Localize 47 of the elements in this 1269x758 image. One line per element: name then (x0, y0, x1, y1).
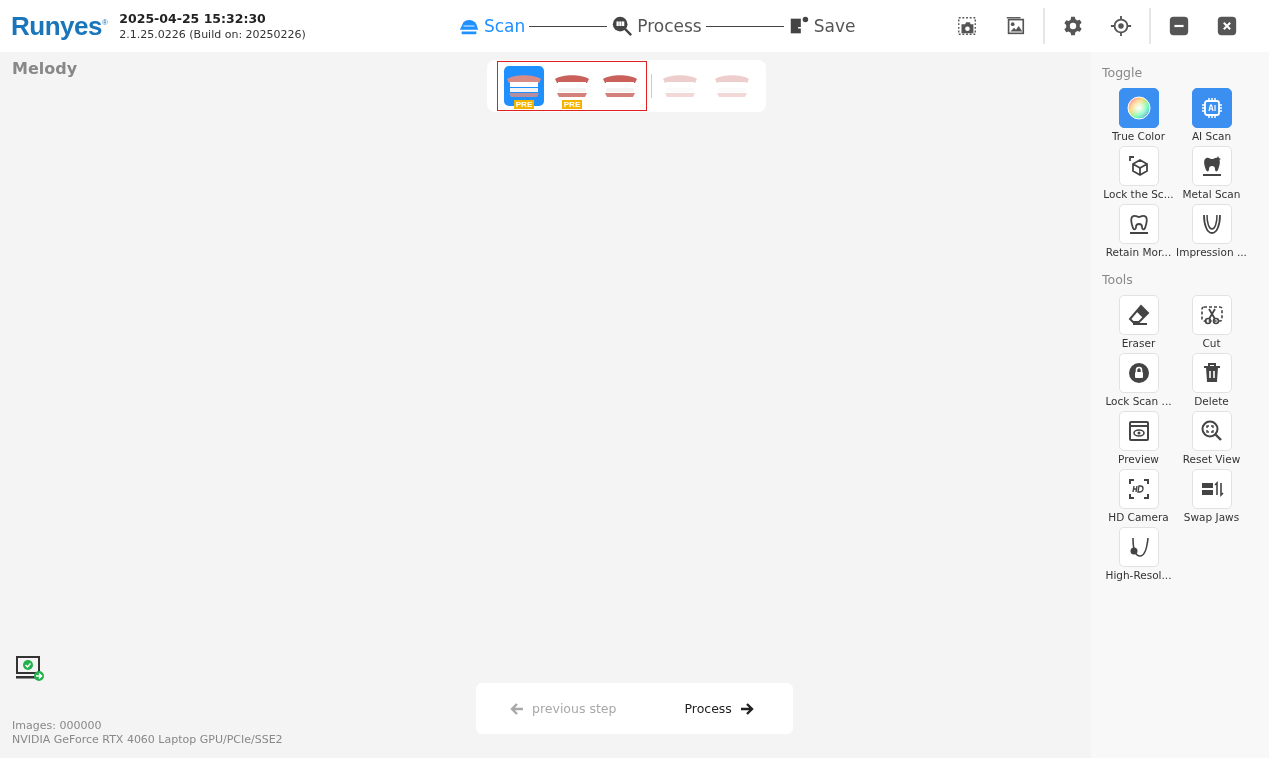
cube-icon (1126, 154, 1151, 178)
patient-name: Melody (12, 59, 79, 78)
image-count: Images: 000000 (12, 719, 103, 733)
teeth-icon (505, 73, 543, 99)
step-tab[interactable]: Process (611, 15, 702, 37)
color-wheel-icon (1126, 96, 1151, 120)
eraser-icon (1126, 303, 1151, 327)
toggle-button[interactable]: Impression ... (1175, 204, 1248, 258)
scissors-icon (1199, 303, 1224, 327)
version-text: 2.1.25.0226 (Build on: 20250226) (119, 28, 306, 41)
pre-badge: PRE (561, 100, 583, 109)
zoom-reset-icon (1199, 419, 1224, 443)
chip-icon (1199, 96, 1224, 120)
teeth-icon (661, 73, 699, 99)
tool-button[interactable]: Lock Scan ... (1102, 353, 1175, 407)
gpu-info: NVIDIA GeForce RTX 4060 Laptop GPU/PCIe/SSE2 (12, 733, 284, 747)
monitor-check-icon (15, 655, 45, 683)
toggle-button[interactable]: Lock the Sc... (1102, 146, 1175, 200)
lock-icon (1126, 361, 1151, 385)
hd-frame-icon (1126, 477, 1151, 501)
magnifier-icon (611, 15, 634, 37)
datetime: 2025-04-25 15:32:30 (119, 11, 267, 26)
pre-badge: PRE (513, 100, 535, 109)
section-title: Tools (1102, 272, 1134, 287)
logo: Runyes$^{®}$ (11, 10, 108, 42)
tool-button[interactable]: Eraser (1102, 295, 1175, 349)
tool-button[interactable]: HD Camera (1102, 469, 1175, 523)
crosshair-icon[interactable] (1108, 13, 1134, 39)
tool-button[interactable]: Delete (1175, 353, 1248, 407)
tool-button[interactable]: Preview (1102, 411, 1175, 465)
next-step-button[interactable]: Process (684, 701, 754, 716)
tool-button[interactable]: Cut (1175, 295, 1248, 349)
toggle-button[interactable]: AI Scan (1175, 88, 1248, 142)
section-title: Toggle (1102, 65, 1144, 80)
step-tab[interactable]: Save (787, 15, 856, 37)
tool-button[interactable]: Swap Jaws (1175, 469, 1248, 523)
eye-window-icon (1126, 419, 1151, 443)
tool-button[interactable]: High-Resol... (1102, 527, 1175, 581)
teeth-icon (601, 73, 639, 99)
teeth-icon (553, 73, 591, 99)
arrow-right-icon (739, 701, 754, 716)
tool-button[interactable]: Reset View (1175, 411, 1248, 465)
toggle-button[interactable]: True Color (1102, 88, 1175, 142)
toggle-button[interactable]: Retain Mor... (1102, 204, 1175, 258)
arrow-left-icon (510, 701, 524, 716)
toggle-button[interactable]: Metal Scan (1175, 146, 1248, 200)
teeth-icon (713, 73, 751, 99)
